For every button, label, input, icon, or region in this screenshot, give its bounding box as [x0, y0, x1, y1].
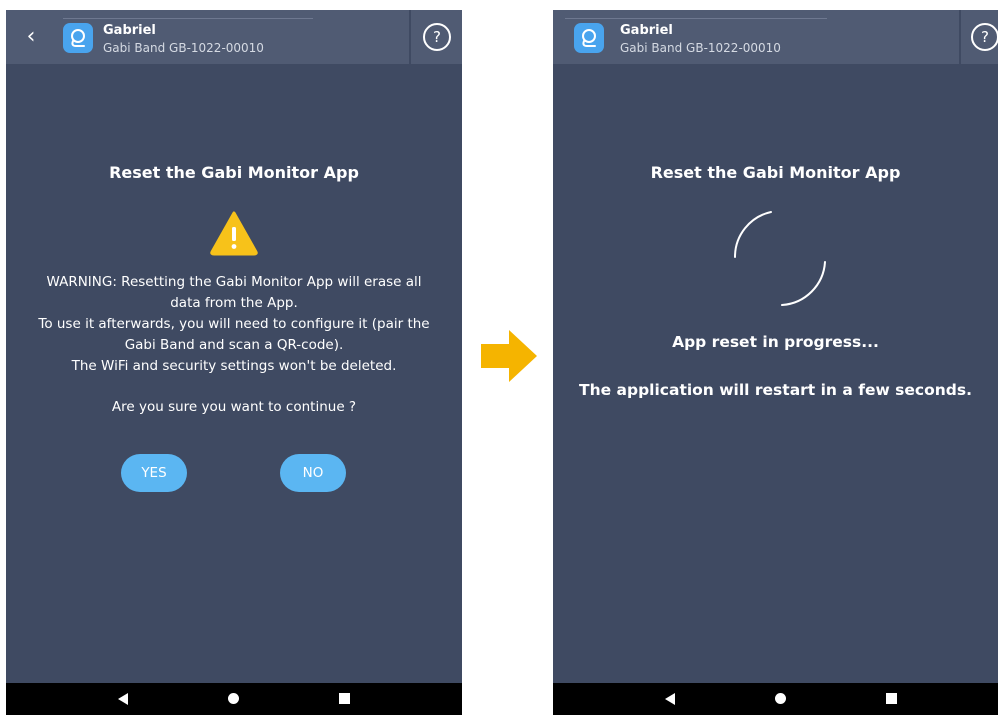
nav-back-icon[interactable] [118, 693, 128, 705]
device-info[interactable]: Gabriel Gabi Band GB-1022-00010 [63, 18, 313, 61]
android-nav-bar [553, 683, 998, 715]
back-button[interactable]: ‹ [20, 24, 42, 50]
nav-home-icon[interactable] [228, 693, 239, 704]
question-circle-icon: ? [981, 28, 989, 46]
user-name: Gabriel [103, 23, 156, 38]
help-button[interactable]: ? [971, 23, 998, 51]
confirmation-question: Are you sure you want to continue ? [111, 399, 357, 415]
device-serial: Gabi Band GB-1022-00010 [620, 41, 781, 55]
warning-text: WARNING: Resetting the Gabi Monitor App … [6, 272, 462, 377]
help-button[interactable]: ? [423, 23, 451, 51]
user-name: Gabriel [620, 23, 673, 38]
app-header: Gabriel Gabi Band GB-1022-00010 ? [553, 10, 998, 64]
question-circle-icon: ? [433, 28, 441, 46]
page-title: Reset the Gabi Monitor App [650, 163, 901, 182]
reset-progress-screen: Gabriel Gabi Band GB-1022-00010 ? Reset … [553, 10, 998, 715]
nav-recent-apps-icon[interactable] [339, 693, 350, 704]
device-info[interactable]: Gabriel Gabi Band GB-1022-00010 [565, 18, 827, 61]
progress-status: App reset in progress... [672, 333, 879, 351]
warning-line: WARNING: Resetting the Gabi Monitor App … [46, 274, 422, 290]
nav-home-icon[interactable] [775, 693, 786, 704]
android-nav-bar [6, 683, 462, 715]
loading-spinner-icon [733, 211, 826, 306]
yes-button[interactable]: YES [121, 454, 187, 492]
page-title: Reset the Gabi Monitor App [109, 163, 359, 182]
header-divider [959, 10, 961, 64]
restart-message: The application will restart in a few se… [579, 381, 972, 399]
warning-line: data from the App. [170, 295, 298, 311]
device-serial: Gabi Band GB-1022-00010 [103, 41, 264, 55]
warning-line: The WiFi and security settings won't be … [71, 358, 397, 374]
right-arrow-icon [481, 330, 537, 382]
nav-back-icon[interactable] [665, 693, 675, 705]
warning-line: To use it afterwards, you will need to c… [38, 316, 430, 332]
header-divider [409, 10, 411, 64]
chevron-left-icon: ‹ [26, 24, 36, 49]
warning-line: Gabi Band and scan a QR-code). [124, 337, 344, 353]
warning-triangle-icon [210, 211, 258, 256]
app-header: ‹ Gabriel Gabi Band GB-1022-00010 ? [6, 10, 462, 64]
no-button[interactable]: NO [280, 454, 346, 492]
reset-confirmation-screen: ‹ Gabriel Gabi Band GB-1022-00010 ? Rese… [6, 10, 462, 715]
nav-recent-apps-icon[interactable] [886, 693, 897, 704]
